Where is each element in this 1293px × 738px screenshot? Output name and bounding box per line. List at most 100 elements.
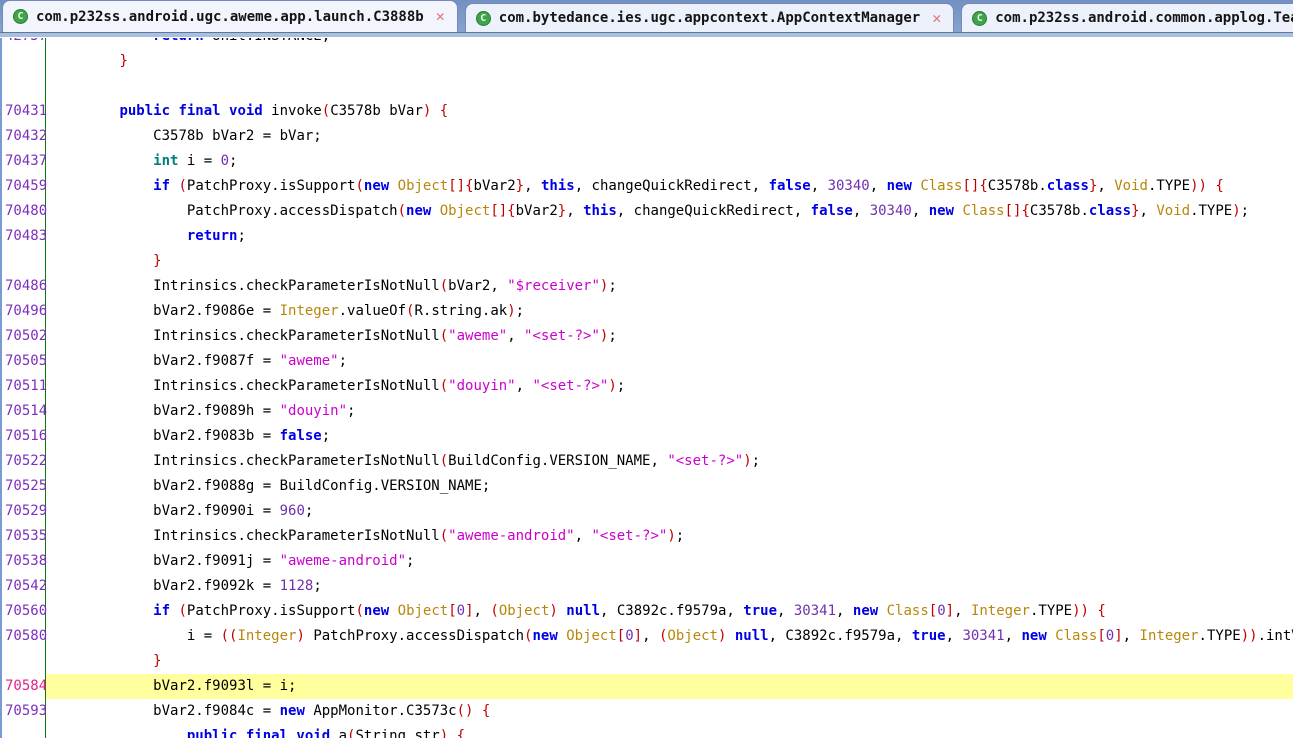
code-line[interactable]: 70486 Intrinsics.checkParameterIsNotNull… xyxy=(2,274,1293,299)
line-number: 70437 xyxy=(2,149,46,174)
line-number: 70496 xyxy=(2,299,46,324)
line-number: 70432 xyxy=(2,124,46,149)
code-line[interactable]: 70516 bVar2.f9083b = false; xyxy=(2,424,1293,449)
line-number: 70486 xyxy=(2,274,46,299)
tab-bar: Ccom.p232ss.android.ugc.aweme.app.launch… xyxy=(0,0,1293,33)
code-line[interactable]: 70529 bVar2.f9090i = 960; xyxy=(2,499,1293,524)
code-line[interactable]: } xyxy=(2,249,1293,274)
code-scroller: 42757 return Unit.INSTANCE; }70431 publi… xyxy=(2,38,1293,738)
code-text: } xyxy=(46,49,1293,74)
line-number: 70480 xyxy=(2,199,46,224)
line-number: 70525 xyxy=(2,474,46,499)
code-text: Intrinsics.checkParameterIsNotNull("awem… xyxy=(46,324,1293,349)
code-line[interactable]: 70431 public final void invoke(C3578b bV… xyxy=(2,99,1293,124)
code-line[interactable]: 70483 return; xyxy=(2,224,1293,249)
class-icon: C xyxy=(972,11,987,26)
line-number xyxy=(2,49,46,74)
code-line[interactable]: 70542 bVar2.f9092k = 1128; xyxy=(2,574,1293,599)
code-text: bVar2.f9088g = BuildConfig.VERSION_NAME; xyxy=(46,474,1293,499)
code-line-highlighted[interactable]: 70584 bVar2.f9093l = i; xyxy=(2,674,1293,699)
code-text: PatchProxy.accessDispatch(new Object[]{b… xyxy=(46,199,1293,224)
code-line[interactable]: 70496 bVar2.f9086e = Integer.valueOf(R.s… xyxy=(2,299,1293,324)
line-number: 70538 xyxy=(2,549,46,574)
class-icon: C xyxy=(476,11,491,26)
tab-label: com.p232ss.android.ugc.aweme.app.launch.… xyxy=(36,9,424,25)
class-icon: C xyxy=(13,9,28,24)
code-text: public final void a(String str) { xyxy=(46,724,1293,738)
code-text xyxy=(46,74,1293,99)
code-text: return Unit.INSTANCE; xyxy=(46,38,1293,49)
code-text: bVar2.f9091j = "aweme-android"; xyxy=(46,549,1293,574)
line-number xyxy=(2,724,46,738)
code-text: bVar2.f9084c = new AppMonitor.C3573c() { xyxy=(46,699,1293,724)
code-text: Intrinsics.checkParameterIsNotNull(Build… xyxy=(46,449,1293,474)
line-number: 70593 xyxy=(2,699,46,724)
code-editor[interactable]: 42757 return Unit.INSTANCE; }70431 publi… xyxy=(0,38,1293,738)
code-text: bVar2.f9093l = i; xyxy=(46,674,1293,699)
line-number: 70483 xyxy=(2,224,46,249)
code-text: if (PatchProxy.isSupport(new Object[]{bV… xyxy=(46,174,1293,199)
code-text: bVar2.f9092k = 1128; xyxy=(46,574,1293,599)
close-tab-icon[interactable]: ✕ xyxy=(932,11,941,26)
line-number: 70560 xyxy=(2,599,46,624)
line-number: 70529 xyxy=(2,499,46,524)
editor-tab-2[interactable]: Ccom.p232ss.android.common.applog.TeaAge… xyxy=(961,3,1293,32)
code-text: int i = 0; xyxy=(46,149,1293,174)
code-text: Intrinsics.checkParameterIsNotNull("douy… xyxy=(46,374,1293,399)
line-number xyxy=(2,249,46,274)
code-line[interactable]: 70514 bVar2.f9089h = "douyin"; xyxy=(2,399,1293,424)
line-number: 70584 xyxy=(2,674,46,699)
code-text: bVar2.f9090i = 960; xyxy=(46,499,1293,524)
code-line[interactable]: 70505 bVar2.f9087f = "aweme"; xyxy=(2,349,1293,374)
code-line[interactable]: 42757 return Unit.INSTANCE; xyxy=(2,38,1293,49)
line-number: 70516 xyxy=(2,424,46,449)
code-line[interactable]: 70535 Intrinsics.checkParameterIsNotNull… xyxy=(2,524,1293,549)
tab-label: com.bytedance.ies.ugc.appcontext.AppCont… xyxy=(499,10,920,26)
line-number: 70511 xyxy=(2,374,46,399)
code-text: bVar2.f9087f = "aweme"; xyxy=(46,349,1293,374)
code-text: C3578b bVar2 = bVar; xyxy=(46,124,1293,149)
line-number: 70431 xyxy=(2,99,46,124)
code-line[interactable]: 70480 PatchProxy.accessDispatch(new Obje… xyxy=(2,199,1293,224)
line-number: 70505 xyxy=(2,349,46,374)
code-line[interactable]: 70437 int i = 0; xyxy=(2,149,1293,174)
line-number: 42757 xyxy=(2,38,46,49)
line-number: 70542 xyxy=(2,574,46,599)
editor-tab-1[interactable]: Ccom.bytedance.ies.ugc.appcontext.AppCon… xyxy=(465,3,954,32)
code-text: bVar2.f9086e = Integer.valueOf(R.string.… xyxy=(46,299,1293,324)
code-line[interactable]: 70459 if (PatchProxy.isSupport(new Objec… xyxy=(2,174,1293,199)
code-line[interactable]: 70538 bVar2.f9091j = "aweme-android"; xyxy=(2,549,1293,574)
code-line[interactable]: 70502 Intrinsics.checkParameterIsNotNull… xyxy=(2,324,1293,349)
code-line[interactable]: 70525 bVar2.f9088g = BuildConfig.VERSION… xyxy=(2,474,1293,499)
close-tab-icon[interactable]: ✕ xyxy=(436,9,445,24)
line-number: 70580 xyxy=(2,624,46,649)
code-text: bVar2.f9089h = "douyin"; xyxy=(46,399,1293,424)
code-line[interactable]: 70580 i = ((Integer) PatchProxy.accessDi… xyxy=(2,624,1293,649)
code-line[interactable]: } xyxy=(2,649,1293,674)
tab-label: com.p232ss.android.common.applog.TeaAgen… xyxy=(995,10,1293,26)
code-text: if (PatchProxy.isSupport(new Object[0], … xyxy=(46,599,1293,624)
code-text: return; xyxy=(46,224,1293,249)
code-text: Intrinsics.checkParameterIsNotNull("awem… xyxy=(46,524,1293,549)
line-number: 70459 xyxy=(2,174,46,199)
code-line[interactable]: 70522 Intrinsics.checkParameterIsNotNull… xyxy=(2,449,1293,474)
line-number: 70535 xyxy=(2,524,46,549)
code-text: } xyxy=(46,649,1293,674)
code-line[interactable]: 70593 bVar2.f9084c = new AppMonitor.C357… xyxy=(2,699,1293,724)
code-text: bVar2.f9083b = false; xyxy=(46,424,1293,449)
code-line[interactable]: 70511 Intrinsics.checkParameterIsNotNull… xyxy=(2,374,1293,399)
code-line[interactable]: public final void a(String str) { xyxy=(2,724,1293,738)
line-number xyxy=(2,74,46,99)
code-line[interactable]: 70560 if (PatchProxy.isSupport(new Objec… xyxy=(2,599,1293,624)
editor-tab-0[interactable]: Ccom.p232ss.android.ugc.aweme.app.launch… xyxy=(2,0,458,32)
code-line[interactable]: 70432 C3578b bVar2 = bVar; xyxy=(2,124,1293,149)
code-line[interactable] xyxy=(2,74,1293,99)
line-number xyxy=(2,649,46,674)
code-text: } xyxy=(46,249,1293,274)
code-line[interactable]: } xyxy=(2,49,1293,74)
line-number: 70502 xyxy=(2,324,46,349)
code-text: i = ((Integer) PatchProxy.accessDispatch… xyxy=(46,624,1293,649)
line-number: 70514 xyxy=(2,399,46,424)
code-text: Intrinsics.checkParameterIsNotNull(bVar2… xyxy=(46,274,1293,299)
line-number: 70522 xyxy=(2,449,46,474)
